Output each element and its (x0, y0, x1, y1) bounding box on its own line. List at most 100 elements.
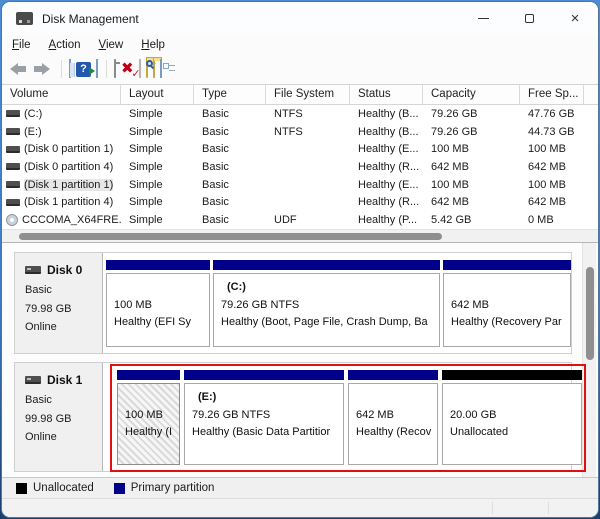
status-bar-divider (548, 502, 549, 514)
close-button[interactable]: × (552, 2, 598, 35)
vertical-scrollbar[interactable] (582, 243, 596, 477)
column-header-status[interactable]: Status (350, 85, 423, 104)
forward-button[interactable] (34, 57, 53, 81)
partition-status: Unallocated (450, 426, 509, 438)
back-button[interactable] (10, 57, 29, 81)
partition-name (444, 279, 570, 297)
disk-info-line: 79.98 GB (25, 302, 72, 315)
volume-type: Basic (202, 178, 229, 191)
legend-label: Unallocated (33, 482, 94, 494)
partition-100mb[interactable]: 100 MB Healthy (EFI Sy (106, 253, 210, 353)
partition-name (349, 389, 437, 407)
volume-name: (E:) (24, 125, 42, 138)
volume-capacity: 642 MB (431, 196, 469, 209)
partition-icon (6, 110, 20, 118)
volume-status: Healthy (B... (358, 107, 419, 120)
partition-2000gb[interactable]: 20.00 GB Unallocated (442, 363, 582, 471)
partition-name (107, 279, 209, 297)
volume-row[interactable]: (C:) Simple Basic NTFS Healthy (B... 79.26 GB… (2, 105, 598, 123)
column-header-file-system[interactable]: File System (266, 85, 350, 104)
properties-button[interactable] (159, 57, 162, 81)
properties-icon (159, 59, 162, 78)
volume-row[interactable]: (Disk 1 partition 1) Simple Basic Healthy (… (2, 176, 598, 194)
partition-e[interactable]: (E:) 79.26 GB NTFS Healthy (Basic Data Par… (184, 363, 344, 471)
disk-label-0[interactable]: Disk 0 Basic 79.98 GB Online (15, 253, 103, 353)
volume-row[interactable]: (E:) Simple Basic NTFS Healthy (B... 79.26 GB… (2, 123, 598, 141)
toolbar-separator (106, 60, 107, 78)
menu-view[interactable]: View (99, 39, 124, 51)
minimize-button[interactable] (460, 2, 506, 35)
column-header-type[interactable]: Type (194, 85, 266, 104)
column-header-capacity[interactable]: Capacity (423, 85, 520, 104)
partition-icon (6, 181, 20, 189)
column-header-volume[interactable]: Volume (2, 85, 121, 104)
show-action-pane-icon (89, 59, 98, 78)
volume-status: Healthy (R... (358, 160, 420, 173)
maximize-button[interactable] (506, 2, 552, 35)
disk-row-1: Disk 1 Basic 99.98 GB Online 100 MB Healthy (… (14, 362, 582, 472)
volume-name: (Disk 1 partition 4) (24, 196, 114, 209)
volume-layout: Simple (129, 213, 163, 226)
column-header-free-sp---[interactable]: Free Sp... (520, 85, 584, 104)
volume-layout: Simple (129, 178, 163, 191)
menu-file[interactable]: File (12, 39, 31, 51)
volume-file-system: UDF (274, 213, 297, 226)
column-header-layout[interactable]: Layout (121, 85, 194, 104)
legend-label: Primary partition (130, 482, 215, 494)
show-console-tree-icon (69, 59, 75, 78)
partition-size: 642 MB (451, 298, 489, 311)
volume-type: Basic (202, 107, 229, 120)
toolbar-separator (61, 60, 62, 78)
mark-partition-button[interactable] (138, 57, 141, 81)
volume-cell: (Disk 0 partition 4) (2, 161, 121, 173)
disk-row-0: Disk 0 Basic 79.98 GB Online 100 MB Healthy (… (14, 252, 572, 354)
volume-name: CCCOMA_X64FRE... (22, 213, 121, 226)
horizontal-scrollbar[interactable] (2, 229, 598, 242)
partition-type-bar (443, 260, 571, 270)
volume-file-system: NTFS (274, 125, 303, 138)
partition-status: Healthy (Basic Data Partitior (192, 426, 331, 438)
volume-row[interactable]: (Disk 1 partition 4) Simple Basic Healthy (… (2, 193, 598, 211)
explore-folder-button[interactable] (145, 57, 155, 81)
partition-642mb[interactable]: 642 MB Healthy (Recovery Par (443, 253, 571, 353)
partition-type-bar (213, 260, 440, 270)
partition-c[interactable]: (C:) 79.26 GB NTFS Healthy (Boot, Page Fil… (213, 253, 440, 353)
disk-label-1[interactable]: Disk 1 Basic 99.98 GB Online (15, 363, 103, 471)
disk-name: Disk 0 (25, 263, 96, 277)
partition-100mb[interactable]: 100 MB Healthy (I (117, 363, 180, 471)
volume-capacity: 100 MB (431, 178, 469, 191)
volume-list-rows: (C:) Simple Basic NTFS Healthy (B... 79.26 GB… (2, 105, 598, 229)
volume-cell: (Disk 1 partition 1) (2, 178, 121, 191)
volume-capacity: 100 MB (431, 143, 469, 156)
partition-642mb[interactable]: 642 MB Healthy (Recov (348, 363, 438, 471)
explore-folder-icon (145, 59, 155, 78)
show-console-tree-button[interactable] (69, 57, 75, 81)
partition-type-bar (348, 370, 438, 380)
volume-free-space: 100 MB (528, 178, 566, 191)
menu-bar: File Action View Help (2, 35, 598, 54)
partition-body: 642 MB Healthy (Recovery Par (443, 273, 571, 347)
menu-help[interactable]: Help (141, 39, 165, 51)
menu-action[interactable]: Action (49, 39, 81, 51)
partition-icon (6, 198, 20, 206)
close-icon: × (570, 10, 580, 27)
volume-free-space: 642 MB (528, 196, 566, 209)
partition-status: Healthy (Boot, Page File, Crash Dump, Ba (221, 316, 428, 328)
horizontal-scrollbar-thumb[interactable] (19, 233, 442, 240)
volume-row[interactable]: (Disk 0 partition 1) Simple Basic Healthy (… (2, 140, 598, 158)
volume-type: Basic (202, 196, 229, 209)
volume-row[interactable]: CCCOMA_X64FRE... Simple Basic UDF Healthy (P… (2, 211, 598, 229)
vertical-scrollbar-thumb[interactable] (586, 267, 594, 360)
volume-status: Healthy (E... (358, 178, 419, 191)
partition-name: (C:) (227, 281, 246, 293)
partition-icon (6, 163, 20, 171)
volume-status: Healthy (E... (358, 143, 419, 156)
volume-row[interactable]: (Disk 0 partition 4) Simple Basic Healthy (… (2, 158, 598, 176)
partition-status: Healthy (I (125, 426, 173, 438)
tool-button[interactable] (114, 57, 116, 81)
volume-status: Healthy (R... (358, 196, 420, 209)
show-action-pane-button[interactable] (89, 57, 98, 81)
partition-icon (6, 145, 20, 153)
volume-layout: Simple (129, 125, 163, 138)
partition-type-bar (106, 260, 210, 270)
